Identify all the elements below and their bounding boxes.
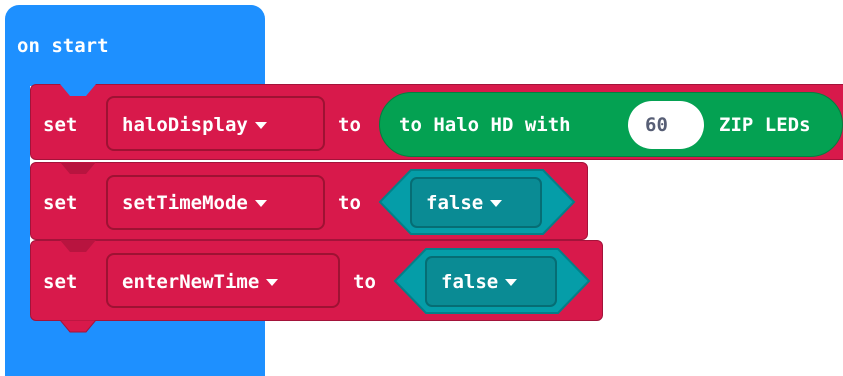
boolean-value-label: false bbox=[441, 271, 499, 293]
variable-name-label: haloDisplay bbox=[122, 114, 248, 136]
set-keyword: set bbox=[43, 114, 78, 136]
dropdown-caret-icon bbox=[254, 122, 267, 129]
block-notch bbox=[60, 240, 96, 252]
variable-name-label: enterNewTime bbox=[122, 271, 260, 293]
boolean-value-label: false bbox=[426, 192, 484, 214]
dropdown-caret-icon bbox=[505, 279, 518, 286]
to-label: to bbox=[338, 192, 361, 214]
to-label: to bbox=[338, 114, 361, 136]
dropdown-caret-icon bbox=[254, 200, 267, 207]
block-notch-bottom bbox=[60, 320, 97, 333]
variable-name-label: setTimeMode bbox=[122, 192, 248, 214]
dropdown-caret-icon bbox=[266, 279, 279, 286]
on-start-label: on start bbox=[17, 35, 109, 57]
led-count-value: 60 bbox=[645, 114, 668, 136]
halo-hd-prefix-label: to Halo HD with bbox=[399, 114, 571, 136]
block-notch bbox=[60, 84, 96, 96]
on-start-footer bbox=[5, 316, 265, 376]
dropdown-caret-icon bbox=[490, 200, 503, 207]
set-keyword: set bbox=[43, 271, 78, 293]
halo-hd-suffix-label: ZIP LEDs bbox=[719, 114, 811, 136]
to-label: to bbox=[353, 271, 376, 293]
block-notch bbox=[60, 162, 96, 174]
set-keyword: set bbox=[43, 192, 78, 214]
